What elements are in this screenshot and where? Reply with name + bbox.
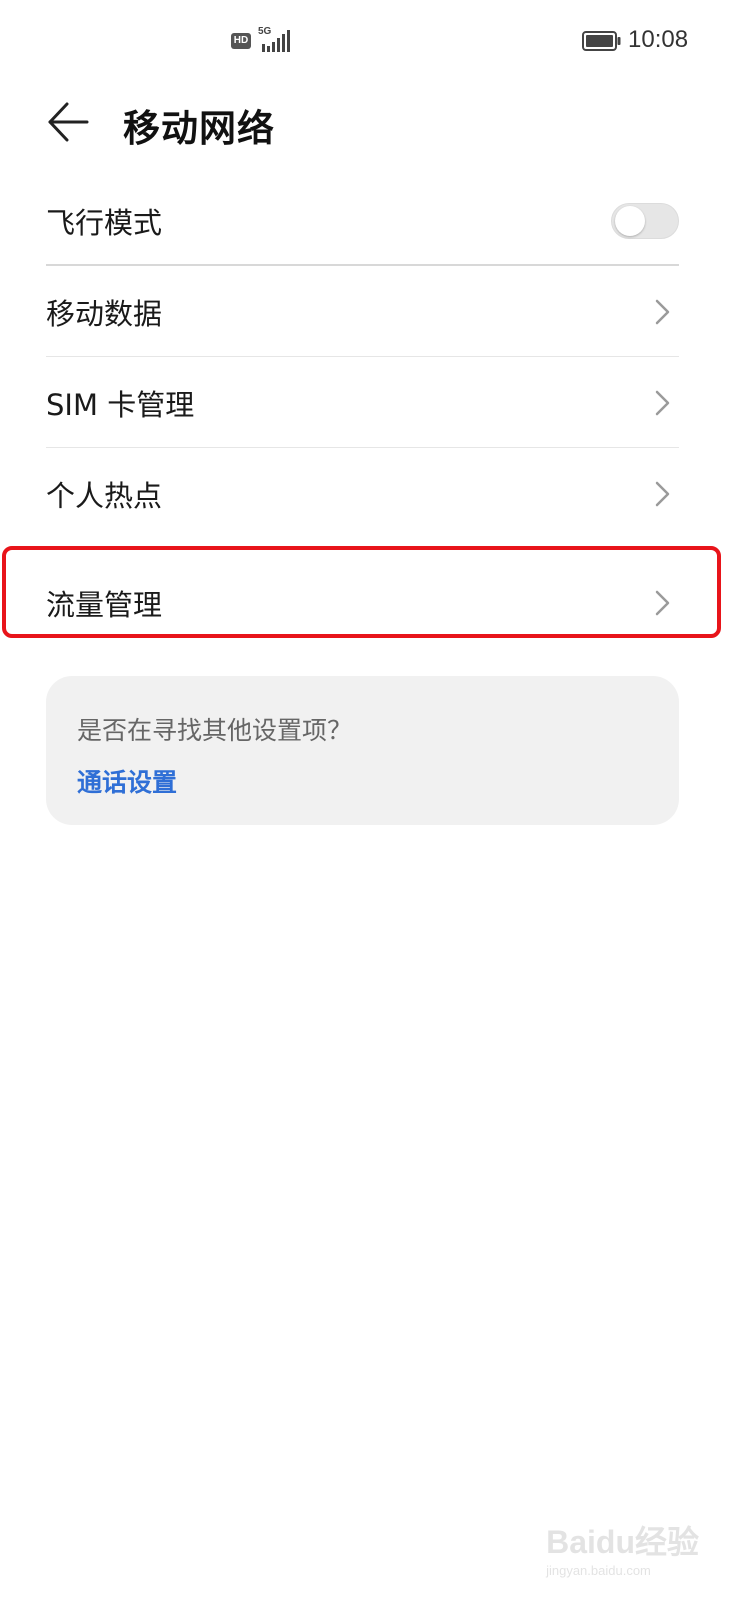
list-item-personal-hotspot[interactable]: 个人热点 [46, 448, 679, 539]
back-button[interactable] [40, 97, 96, 147]
suggestion-question: 是否在寻找其他设置项？ [77, 716, 353, 745]
toggle-knob [615, 205, 645, 236]
chevron-right-icon [655, 390, 670, 415]
watermark-text: Baidu经验 [546, 1524, 699, 1560]
watermark-sub: jingyan.baidu.com [546, 1563, 651, 1578]
list-item-label: 移动数据 [46, 296, 163, 331]
list-item-sim-management[interactable]: SIM 卡管理 [46, 357, 679, 448]
hd-voice-icon: HD [231, 33, 251, 49]
chevron-right-icon [655, 299, 670, 324]
highlight-annotation [2, 546, 721, 638]
suggestion-card: 是否在寻找其他设置项？ 通话设置 [46, 676, 679, 825]
clock: 10:08 [628, 26, 689, 53]
status-bar: HD 5G 10:08 [0, 0, 739, 80]
airplane-mode-row[interactable]: 飞行模式 [46, 175, 679, 266]
list-item-label: SIM 卡管理 [46, 387, 195, 422]
airplane-mode-label: 飞行模式 [46, 205, 163, 240]
back-arrow-icon [48, 102, 89, 142]
list-item-mobile-data[interactable]: 移动数据 [46, 266, 679, 357]
signal-icon [262, 30, 290, 52]
list-item-label: 个人热点 [46, 478, 163, 513]
call-settings-link[interactable]: 通话设置 [77, 763, 177, 799]
page-title: 移动网络 [123, 107, 275, 150]
chevron-right-icon [655, 481, 670, 506]
airplane-mode-toggle[interactable] [611, 202, 679, 239]
baidu-watermark: Baidu经验 jingyan.baidu.com [546, 1517, 699, 1578]
battery-icon [582, 31, 621, 51]
